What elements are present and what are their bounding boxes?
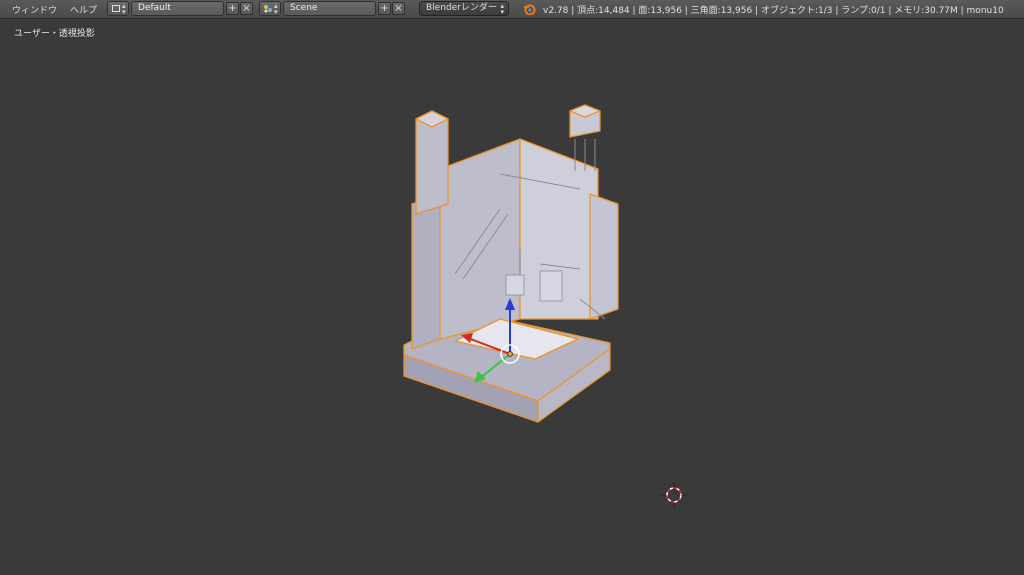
model-monument[interactable] [403, 104, 619, 423]
screen-layout-selector[interactable]: ▴ ▾ [107, 1, 129, 16]
add-icon: + [228, 3, 237, 14]
add-layout-button[interactable]: + [226, 2, 239, 15]
close-icon: × [242, 3, 251, 14]
menu-help[interactable]: ヘルプ [70, 3, 97, 16]
close-icon: × [394, 3, 403, 14]
chevron-updown-icon: ▴ ▾ [122, 2, 126, 16]
scene-field[interactable]: Scene [283, 1, 376, 16]
menu-window[interactable]: ウィンドウ [12, 3, 57, 16]
render-engine-label: Blenderレンダー [426, 3, 497, 13]
scene-icon [263, 4, 273, 13]
screen-layout-icon [112, 5, 120, 12]
scene-selector[interactable]: ▴ ▾ [259, 1, 281, 16]
chevron-updown-icon: ▴ ▾ [500, 2, 504, 16]
delete-layout-button[interactable]: × [240, 2, 253, 15]
render-engine-dropdown[interactable]: Blenderレンダー ▴ ▾ [419, 1, 509, 16]
cursor-3d-icon[interactable] [661, 482, 687, 508]
add-icon: + [380, 3, 389, 14]
delete-scene-button[interactable]: × [392, 2, 405, 15]
info-header: ウィンドウ ヘルプ ▴ ▾ Default + × ▴ ▾ Scene + × Bl… [0, 0, 1024, 19]
chevron-updown-icon: ▴ ▾ [274, 2, 278, 16]
add-scene-button[interactable]: + [378, 2, 391, 15]
blender-logo-icon [523, 3, 536, 18]
scene-stats: v2.78 | 頂点:14,484 | 面:13,956 | 三角面:13,95… [543, 6, 1004, 16]
3d-viewport[interactable] [0, 19, 1024, 575]
screen-layout-field[interactable]: Default [131, 1, 224, 16]
